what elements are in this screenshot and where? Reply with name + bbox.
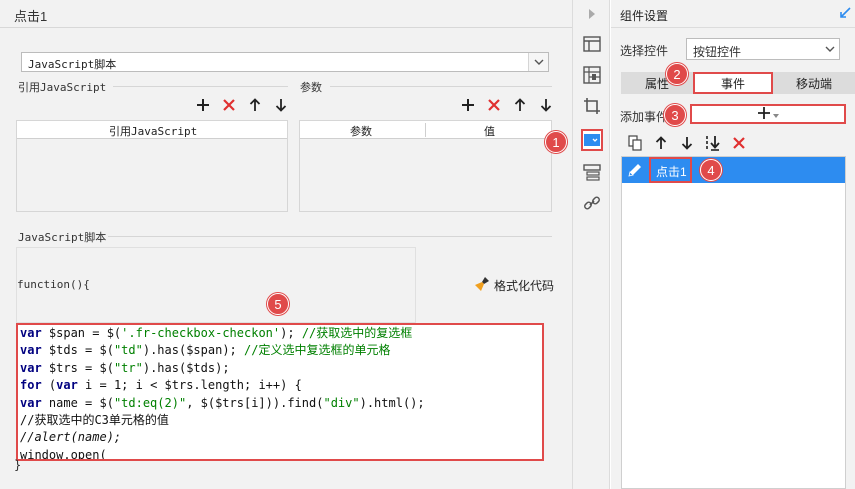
chevron-down-icon: [773, 107, 779, 121]
copy-icon[interactable]: [625, 133, 645, 153]
delete-icon[interactable]: [484, 95, 504, 115]
move-up-icon[interactable]: [245, 95, 265, 115]
code-editor[interactable]: var $span = $('.fr-checkbox-checkon'); /…: [16, 323, 544, 461]
step-badge-2: 2: [666, 63, 688, 85]
step-badge-4: 4: [700, 159, 722, 181]
closing-brace: }: [14, 458, 22, 472]
add-icon[interactable]: [193, 95, 213, 115]
code-string: '.fr-checkbox-checkon': [121, 326, 281, 340]
step-badge-5: 5: [267, 293, 289, 315]
step-badge-3: 3: [664, 104, 686, 126]
settings-tabs: 属性 事件 移动端: [621, 72, 855, 94]
divider: [0, 27, 572, 28]
event-label: 点击1: [656, 165, 687, 179]
collapse-arrow-icon[interactable]: [839, 7, 851, 22]
event-editor-panel: 点击1 JavaScript脚本 引用JavaScript 引用JavaScri…: [0, 0, 572, 489]
add-icon[interactable]: [458, 95, 478, 115]
tab-mobile[interactable]: 移动端: [773, 72, 855, 94]
add-icon: [757, 106, 771, 123]
code-line: window.open(: [20, 447, 107, 461]
move-down-icon[interactable]: [677, 133, 697, 153]
format-code-button[interactable]: 格式化代码: [474, 276, 554, 295]
column-header: 参数: [350, 126, 372, 138]
params-toolbar: [458, 95, 556, 115]
component-settings-panel: 组件设置 选择控件 按钮控件 属性 事件 移动端 添加事件 点击1: [611, 0, 855, 489]
format-code-label: 格式化代码: [494, 279, 555, 293]
move-down-icon[interactable]: [271, 95, 291, 115]
delete-icon[interactable]: [219, 95, 239, 115]
move-up-icon[interactable]: [651, 133, 671, 153]
divider: [113, 86, 288, 87]
delete-icon[interactable]: [729, 133, 749, 153]
tab-events[interactable]: 事件: [693, 72, 773, 94]
control-settings-icon[interactable]: [581, 129, 603, 151]
step-badge-1: 1: [545, 131, 567, 153]
code-line: //alert(name);: [20, 430, 122, 445]
add-event-label: 添加事件: [620, 110, 669, 124]
move-up-icon[interactable]: [510, 95, 530, 115]
code-line: var $trs = $("tr").has($tds);: [20, 360, 230, 375]
form-layout-icon[interactable]: [582, 34, 602, 54]
component-list-icon[interactable]: [582, 162, 602, 182]
control-select-value: 按钮控件: [693, 45, 742, 59]
column-header: 值: [484, 126, 495, 138]
grid-header: 引用JavaScript: [17, 121, 287, 139]
dialog-title: 点击1: [14, 9, 48, 24]
chevron-down-icon: [825, 43, 835, 57]
params-grid: 参数 值: [299, 120, 552, 212]
params-label: 参数: [300, 82, 322, 94]
script-type-select[interactable]: JavaScript脚本: [21, 52, 549, 72]
report-block-icon[interactable]: [582, 65, 602, 85]
grid-header: 参数 值: [300, 121, 551, 139]
script-label: JavaScript脚本: [18, 231, 107, 244]
list-item[interactable]: 点击1: [622, 157, 845, 183]
js-refs-label: 引用JavaScript: [18, 81, 107, 94]
add-event-button[interactable]: [690, 104, 846, 124]
code-line: //获取选中的C3单元格的值: [20, 412, 169, 427]
event-toolbar: [621, 131, 846, 156]
settings-title: 组件设置: [620, 9, 669, 23]
arrow-right-icon[interactable]: [582, 4, 602, 24]
function-header: function(){: [17, 278, 90, 291]
event-list: 点击1: [621, 156, 846, 489]
control-select[interactable]: 按钮控件: [686, 38, 840, 60]
divider: [611, 27, 855, 28]
code-line: var name = $("td:eq(2)", $($trs[i])).fin…: [20, 395, 425, 410]
edit-icon[interactable]: [624, 159, 646, 181]
broom-icon: [474, 276, 490, 295]
move-bottom-icon[interactable]: [703, 133, 723, 153]
side-toolbar: [572, 0, 610, 489]
code-line: for (var i = 1; i < $trs.length; i++) {: [20, 378, 302, 393]
link-icon[interactable]: [582, 193, 602, 213]
code-line: var $tds = $("td").has($span); //定义选中复选框…: [20, 343, 391, 358]
chevron-down-icon: [528, 53, 548, 71]
divider: [330, 86, 552, 87]
column-header: 引用JavaScript: [109, 125, 198, 138]
crop-icon[interactable]: [582, 96, 602, 116]
script-type-value: JavaScript脚本: [28, 58, 117, 71]
column-divider: [425, 123, 426, 137]
code-line: var $span = $('.fr-checkbox-checkon'); /…: [20, 326, 413, 340]
js-refs-toolbar: [193, 95, 291, 115]
move-down-icon[interactable]: [536, 95, 556, 115]
code-comment: //获取选中的复选框: [301, 326, 413, 340]
divider: [108, 236, 552, 237]
select-control-label: 选择控件: [620, 44, 669, 58]
js-refs-grid: 引用JavaScript: [16, 120, 288, 212]
